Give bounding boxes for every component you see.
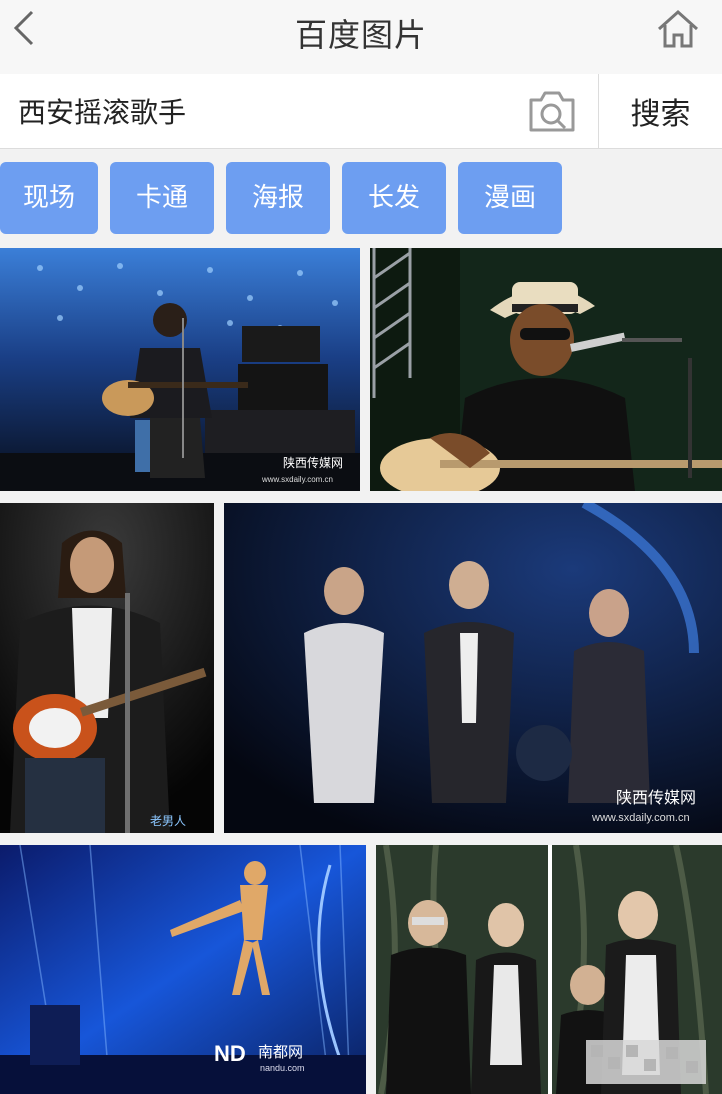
tag-chip[interactable]: 现场 bbox=[0, 162, 98, 234]
svg-text:www.sxdaily.com.cn: www.sxdaily.com.cn bbox=[591, 812, 690, 824]
home-button[interactable] bbox=[656, 8, 700, 50]
svg-text:南都网: 南都网 bbox=[258, 1044, 303, 1061]
photo-stage-guitarist: 陕西传媒网 www.sxdaily.com.cn bbox=[0, 248, 360, 491]
search-input[interactable] bbox=[0, 74, 598, 148]
photo-longhair-guitarist: 老男人 bbox=[0, 503, 214, 833]
svg-text:陕西传媒网: 陕西传媒网 bbox=[283, 455, 343, 470]
photo-hat-singer bbox=[370, 248, 722, 491]
image-result[interactable]: 陕西传媒网 www.sxdaily.com.cn bbox=[224, 503, 722, 833]
photo-blue-concert: ND 南都网 nandu.com bbox=[0, 845, 366, 1094]
image-search-button[interactable] bbox=[527, 88, 577, 134]
svg-text:www.sxdaily.com.cn: www.sxdaily.com.cn bbox=[261, 475, 333, 484]
tag-chip[interactable]: 长发 bbox=[342, 162, 446, 234]
image-result[interactable]: ND 南都网 nandu.com bbox=[0, 845, 366, 1094]
search-button[interactable]: 搜索 bbox=[598, 74, 722, 148]
image-result[interactable]: 老男人 bbox=[0, 503, 214, 833]
image-result[interactable] bbox=[370, 248, 722, 491]
svg-text:nandu.com: nandu.com bbox=[260, 1063, 305, 1073]
tag-chip[interactable]: 海报 bbox=[226, 162, 330, 234]
search-bar: 搜索 bbox=[0, 74, 722, 149]
image-result[interactable] bbox=[376, 845, 722, 1094]
tag-chip[interactable]: 漫画 bbox=[458, 162, 562, 234]
svg-text:ND: ND bbox=[214, 1041, 246, 1066]
top-bar: 百度图片 bbox=[0, 0, 722, 75]
image-result[interactable]: 陕西传媒网 www.sxdaily.com.cn bbox=[0, 248, 360, 491]
watermark-laonanren: 老男人 bbox=[150, 814, 186, 828]
tag-chip[interactable]: 卡通 bbox=[110, 162, 214, 234]
photo-couple-collage bbox=[376, 845, 722, 1094]
page-title: 百度图片 bbox=[294, 16, 427, 54]
svg-text:陕西传媒网: 陕西传媒网 bbox=[616, 789, 696, 807]
camera-search-icon bbox=[529, 91, 575, 132]
svg-text:老男人: 老男人 bbox=[150, 814, 186, 828]
home-icon bbox=[657, 9, 699, 48]
photo-three-performers: 陕西传媒网 www.sxdaily.com.cn bbox=[224, 503, 722, 833]
